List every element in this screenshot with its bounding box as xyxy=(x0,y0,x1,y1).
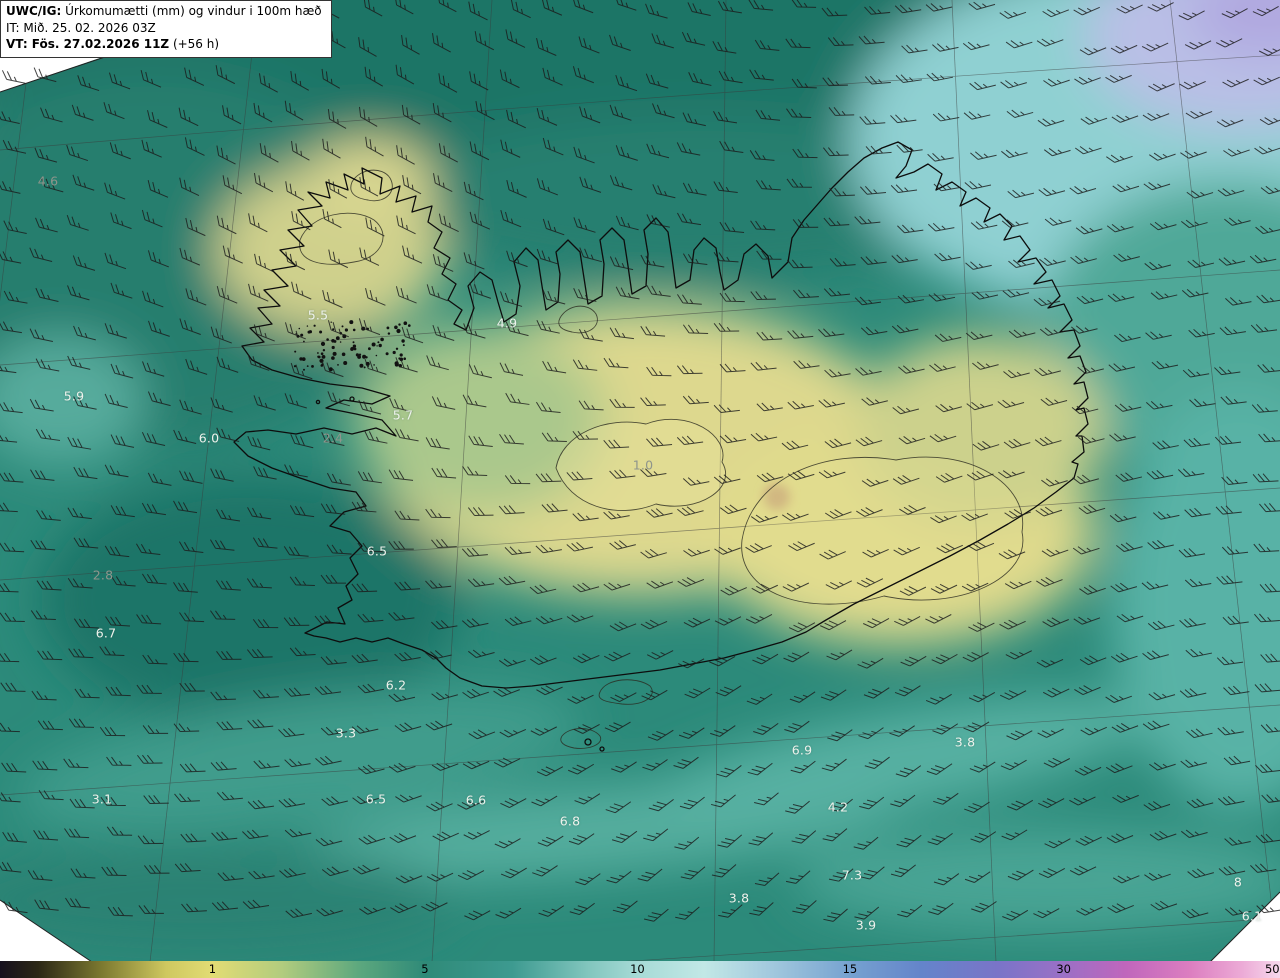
title-line: UWC/IG: Úrkomumætti (mm) og vindur i 100… xyxy=(6,3,322,20)
colorbar-tick-label: 30 xyxy=(1056,962,1071,976)
map-title: Úrkomumætti (mm) og vindur i 100m hæð xyxy=(61,4,322,18)
colorbar-tick-label: 5 xyxy=(421,962,429,976)
valid-time-line: VT: Fös. 27.02.2026 11Z (+56 h) xyxy=(6,36,322,53)
colorbar-ticks: 1 5 10 15 30 50 xyxy=(0,961,1280,978)
weather-map xyxy=(0,0,1280,962)
colorbar-tick-label: 15 xyxy=(842,962,858,976)
colorbar-tick-label: 10 xyxy=(630,962,645,976)
weather-map-page: 4.6 5.5 4.9 5.9 6.0 5.7 2.4 1.0 6.5 2.8 6.7 6.2 3.3 6… xyxy=(0,0,1280,978)
valid-offset: (+56 h) xyxy=(169,37,220,52)
model-name: UWC/IG: xyxy=(6,4,62,18)
valid-time: VT: Fös. 27.02.2026 11Z xyxy=(6,37,170,52)
colorbar-tick-label: 1 xyxy=(208,962,217,976)
init-time: IT: Mið. 25. 02. 2026 03Z xyxy=(6,20,156,35)
colorbar-tick-label: 50 xyxy=(1264,962,1280,976)
colorbar: 1 5 10 15 30 50 xyxy=(0,961,1280,978)
map-title-box: UWC/IG: Úrkomumætti (mm) og vindur i 100… xyxy=(0,0,332,58)
